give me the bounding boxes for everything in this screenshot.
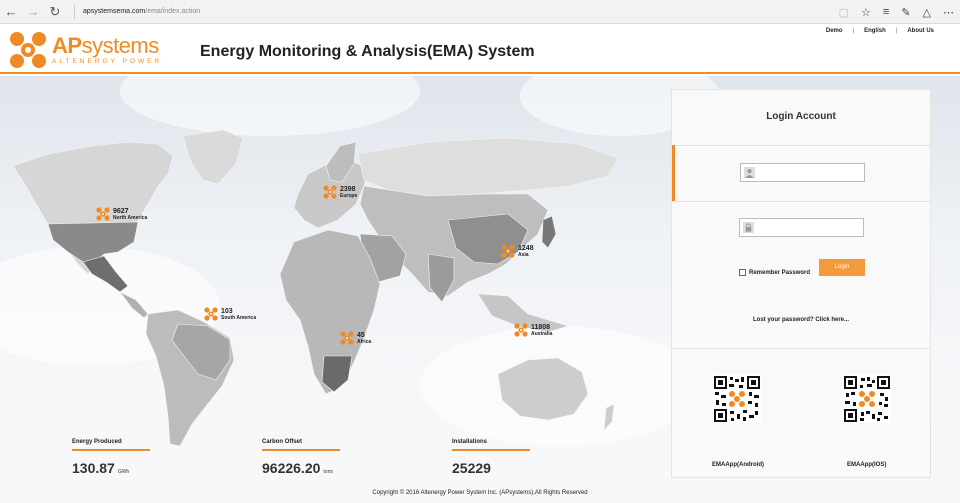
stat-value: 25229: [452, 460, 491, 476]
stat-value: 130.87: [72, 460, 115, 476]
back-icon[interactable]: ←: [0, 0, 22, 24]
stat-label: Carbon Offset: [262, 439, 340, 451]
main-area: 9627 North America 2398 Europe 1248 Asia 10…: [0, 76, 960, 503]
remember-label: Remember Password: [749, 269, 811, 276]
active-field-indicator: [672, 145, 675, 201]
lock-icon: [743, 222, 754, 233]
nav-separator: |: [895, 28, 898, 34]
site-header: APsystems ALTENERGY POWER Energy Monitor…: [0, 24, 960, 74]
more-icon[interactable]: ⋯: [943, 6, 954, 19]
stat-installations: Installations 25229: [452, 439, 530, 476]
page-title: Energy Monitoring & Analysis(EMA) System: [200, 43, 535, 60]
greenland-shape: [182, 129, 244, 185]
web-note-icon[interactable]: ✎: [901, 6, 910, 19]
login-title: Login Account: [766, 111, 836, 122]
central-america-shape: [119, 291, 149, 319]
android-app-label[interactable]: EMAApp(Android): [712, 462, 764, 468]
stat-unit: tons: [323, 469, 333, 475]
marker-count: 45: [357, 331, 365, 339]
stat-value: 96226.20: [262, 460, 321, 476]
map-marker-australia[interactable]: 11808 Australia: [514, 323, 552, 337]
australia-shape: [497, 357, 589, 421]
divider: [672, 348, 930, 349]
apsystems-marker-icon: [501, 244, 515, 258]
refresh-icon[interactable]: ↻: [44, 0, 66, 24]
language-link[interactable]: English: [864, 28, 886, 34]
apsystems-marker-icon: [204, 307, 218, 321]
map-marker-north-america[interactable]: 9627 North America: [96, 207, 147, 221]
logo-wordmark: APsystems: [52, 33, 159, 58]
about-us-link[interactable]: About Us: [907, 28, 934, 34]
favorite-star-icon[interactable]: ☆: [861, 6, 871, 19]
stat-unit: GWh: [117, 469, 130, 475]
marker-region: Australia: [531, 330, 553, 337]
browser-toolbar: ← → ↻ apsystemsema.com/ema/index.action …: [0, 0, 960, 24]
divider: [672, 145, 930, 146]
url-domain: apsystemsema.com: [83, 7, 146, 15]
url-path: /ema/index.action: [145, 7, 201, 15]
new-zealand-shape: [603, 403, 615, 431]
forgot-password-link[interactable]: Lost your password? Click here...: [672, 317, 930, 323]
apsystems-marker-icon: [96, 207, 110, 221]
hub-icon[interactable]: ≡: [883, 6, 889, 18]
username-field[interactable]: [740, 163, 865, 182]
stat-label: Energy Produced: [72, 439, 150, 451]
reading-view-icon[interactable]: ▢: [839, 6, 849, 19]
apsystems-logo[interactable]: APsystems ALTENERGY POWER: [8, 30, 162, 70]
remember-password[interactable]: Remember Password: [739, 269, 810, 276]
address-bar[interactable]: apsystemsema.com/ema/index.action: [74, 4, 201, 19]
username-input[interactable]: [759, 166, 859, 179]
marker-region: Europe: [340, 192, 358, 199]
map-marker-asia[interactable]: 1248 Asia: [501, 244, 534, 258]
qr-code-ios[interactable]: [843, 375, 891, 423]
password-input[interactable]: [758, 221, 858, 234]
japan-shape: [541, 215, 557, 249]
login-button[interactable]: Login: [819, 259, 865, 276]
marker-region: South America: [221, 314, 257, 321]
apsystems-marker-icon: [323, 185, 337, 199]
top-nav: Demo | English | About Us: [816, 28, 944, 34]
stat-carbon-offset: Carbon Offset 96226.20 tons: [262, 439, 340, 476]
marker-region: Asia: [518, 251, 529, 258]
marker-count: 11808: [531, 323, 551, 331]
remember-checkbox[interactable]: [739, 269, 746, 276]
share-icon[interactable]: △: [923, 6, 931, 19]
stat-label: Installations: [452, 439, 530, 451]
logo-tagline: ALTENERGY POWER: [52, 58, 163, 65]
world-map: [12, 129, 619, 447]
divider: [672, 201, 930, 202]
usa-shape: [47, 221, 139, 265]
map-marker-south-america[interactable]: 103 South America: [204, 307, 256, 321]
stat-value-wrap: 96226.20 tons: [262, 460, 340, 476]
stat-value-wrap: 130.87 GWh: [72, 460, 150, 476]
stat-value-wrap: 25229: [452, 460, 530, 476]
password-field[interactable]: [739, 218, 864, 237]
apsystems-marker-icon: [340, 331, 354, 345]
forward-icon[interactable]: →: [22, 0, 44, 24]
map-marker-africa[interactable]: 45 Africa: [340, 331, 371, 345]
user-icon: [744, 167, 755, 178]
ios-app-label[interactable]: EMAApp(IOS): [847, 462, 886, 468]
marker-region: North America: [113, 214, 148, 221]
marker-count: 9627: [113, 207, 129, 215]
marker-count: 103: [221, 307, 233, 315]
apsystems-marker-icon: [514, 323, 528, 337]
demo-link[interactable]: Demo: [826, 28, 843, 34]
qr-code-android[interactable]: [713, 375, 761, 423]
nav-separator: |: [852, 28, 855, 34]
marker-count: 2398: [340, 185, 356, 193]
marker-count: 1248: [518, 244, 534, 252]
mexico-shape: [82, 255, 129, 293]
logo-x-icon: [10, 32, 46, 68]
map-marker-europe[interactable]: 2398 Europe: [323, 185, 357, 199]
browser-actions: ▢ ☆ ≡ ✎ △ ⋯: [839, 0, 954, 24]
russia-shape: [357, 137, 619, 197]
copyright-text: Copyright © 2016 Altenergy Power System …: [372, 490, 588, 496]
marker-region: Africa: [357, 338, 372, 345]
login-panel: Login Account Remember Password Login Lo…: [671, 89, 931, 478]
stat-energy-produced: Energy Produced 130.87 GWh: [72, 439, 150, 476]
